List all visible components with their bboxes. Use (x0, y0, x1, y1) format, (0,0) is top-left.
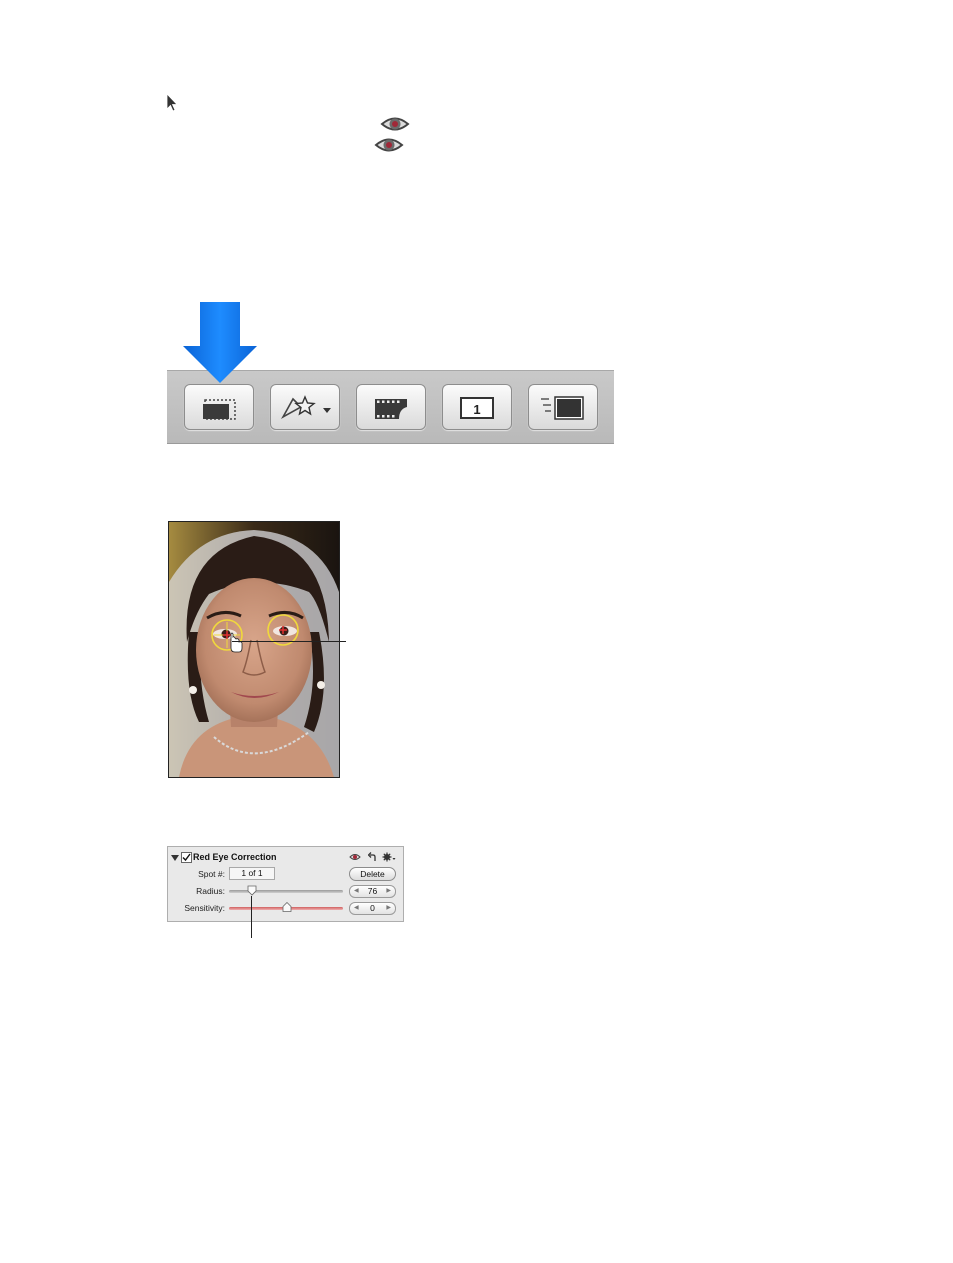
radius-slider-thumb[interactable] (247, 885, 257, 896)
increment-arrow-icon[interactable]: ▶ (386, 886, 391, 897)
sensitivity-slider-thumb[interactable] (282, 902, 292, 913)
checkmark-icon (182, 853, 191, 862)
rating-keyword-button[interactable] (270, 384, 340, 430)
decrement-arrow-icon[interactable]: ◀ (354, 903, 359, 914)
spot-field: 1 of 1 (229, 867, 275, 880)
red-eye-icon[interactable] (349, 853, 361, 861)
single-view-label: 1 (473, 402, 480, 417)
delete-button[interactable]: Delete (349, 867, 396, 881)
panel-title: Red Eye Correction (193, 852, 277, 862)
crop-button[interactable] (184, 384, 254, 430)
sensitivity-value[interactable]: 0 (370, 903, 375, 913)
crop-frame-icon (203, 399, 236, 420)
disclosure-triangle-icon[interactable] (171, 854, 179, 862)
red-eye-icon (374, 138, 404, 152)
red-eye-correction-panel: Red Eye Correction Spot #: 1 of 1 Delete… (167, 846, 404, 922)
gear-icon[interactable] (382, 852, 396, 862)
enable-checkbox[interactable] (181, 852, 192, 863)
portrait-photo (168, 521, 340, 778)
radius-stepper[interactable]: ◀ 76 ▶ (349, 885, 396, 898)
radius-label: Radius: (196, 886, 225, 896)
reset-icon[interactable] (368, 852, 377, 862)
radius-value[interactable]: 76 (368, 886, 377, 896)
pointer-cursor-icon (166, 93, 178, 112)
fullscreen-button[interactable] (528, 384, 598, 430)
increment-arrow-icon[interactable]: ▶ (386, 903, 391, 914)
sensitivity-stepper[interactable]: ◀ 0 ▶ (349, 902, 396, 915)
fullscreen-list-icon (541, 396, 584, 420)
callout-line (232, 641, 346, 642)
callout-line (251, 896, 252, 938)
single-view-button[interactable]: 1 (442, 384, 512, 430)
filmstrip-icon (375, 399, 407, 419)
spot-label: Spot #: (198, 869, 225, 879)
decrement-arrow-icon[interactable]: ◀ (354, 886, 359, 897)
bride-portrait-image (169, 522, 339, 777)
rating-keyword-icon (280, 395, 331, 420)
red-eye-icon (380, 117, 410, 131)
filmstrip-button[interactable] (356, 384, 426, 430)
highlight-arrow-icon (183, 302, 257, 383)
single-view-icon: 1 (460, 397, 494, 419)
sensitivity-label: Sensitivity: (184, 903, 225, 913)
